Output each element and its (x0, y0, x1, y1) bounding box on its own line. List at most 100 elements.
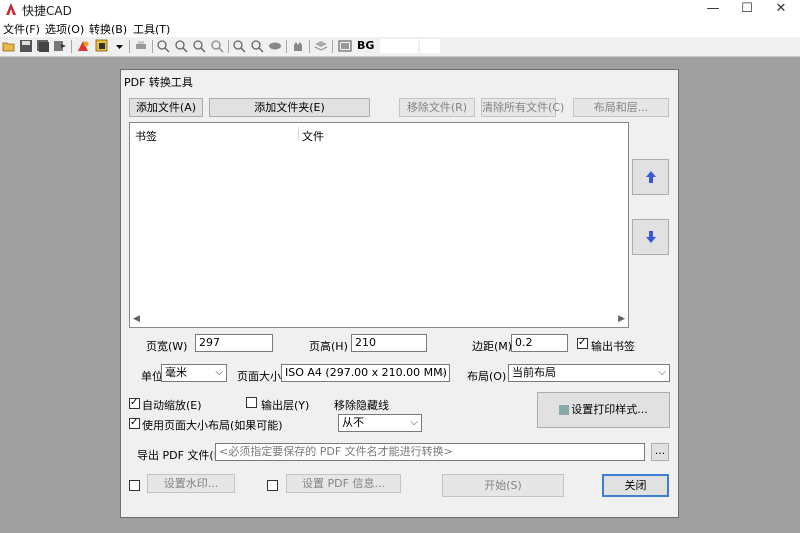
page-width-input[interactable]: 297 (195, 334, 273, 352)
checkmark-icon: ✓ (578, 337, 587, 348)
move-up-button[interactable] (632, 159, 669, 195)
unit-select[interactable]: 毫米 ⌵ (161, 364, 227, 382)
export-pdf-label: 导出 PDF 文件(P) (137, 449, 225, 462)
output-bookmarks-checkbox[interactable]: ✓ (577, 337, 588, 349)
zoom-out-icon[interactable] (174, 39, 188, 53)
zoom-extents-icon[interactable] (210, 39, 224, 53)
move-down-button[interactable] (632, 219, 669, 255)
layers-icon[interactable] (314, 39, 328, 53)
chevron-down-icon: ⌵ (410, 417, 418, 428)
menu-tools[interactable]: 工具(T) (133, 21, 170, 37)
remove-hidden-lines-select[interactable]: 从不 ⌵ (338, 414, 422, 432)
layout-select[interactable]: 当前布局 ⌵ (508, 364, 670, 382)
output-layers-checkbox[interactable] (246, 397, 257, 408)
zoom-window-icon[interactable] (192, 39, 206, 53)
print-icon[interactable] (134, 39, 148, 53)
chevron-down-icon: ⌵ (438, 367, 446, 378)
remove-file-button[interactable]: 移除文件(R) (399, 98, 475, 117)
chevron-down-icon: ⌵ (658, 367, 666, 378)
menu-options[interactable]: 选项(O) (45, 21, 84, 37)
unit-value: 毫米 (165, 366, 187, 379)
output-bookmarks-label: 输出书签 (591, 340, 635, 353)
batch-convert-icon[interactable] (95, 39, 109, 53)
file-list[interactable]: 书签 文件 ◀ ▶ (129, 122, 629, 328)
pdf-info-button[interactable]: 设置 PDF 信息... (286, 474, 401, 493)
column-divider[interactable] (298, 127, 299, 140)
watermark-checkbox[interactable] (129, 480, 140, 491)
page-height-label: 页高(H) (309, 340, 348, 353)
page-size-select[interactable]: ISO A4 (297.00 x 210.00 MM) ⌵ (281, 364, 450, 382)
window-title: 快捷CAD (22, 4, 72, 18)
zoom-previous-icon[interactable] (250, 39, 264, 53)
add-folder-button[interactable]: 添加文件夹(E) (209, 98, 370, 117)
browse-button[interactable]: ... (651, 443, 669, 461)
column-header-bookmark[interactable]: 书签 (135, 128, 157, 144)
title-bar: 快捷CAD — ☐ ✕ (0, 0, 800, 19)
close-window-button[interactable]: ✕ (764, 0, 798, 19)
dropdown-arrow-icon[interactable] (113, 39, 127, 53)
background-toggle-button[interactable]: BG (357, 39, 374, 52)
checkmark-icon: ✓ (130, 397, 139, 408)
toolbar-field[interactable] (420, 39, 440, 53)
use-page-layout-label: 使用页面大小布局(如果可能) (142, 419, 283, 432)
layout-value: 当前布局 (512, 366, 556, 379)
arrow-down-icon (646, 231, 656, 243)
toolbar-separator (129, 40, 130, 53)
toolbar-separator (71, 40, 72, 53)
output-layers-label: 输出层(Y) (261, 399, 310, 412)
export-icon[interactable] (53, 39, 67, 53)
toolbar-field[interactable] (380, 39, 418, 53)
start-button[interactable]: 开始(S) (442, 474, 564, 497)
page-size-value: ISO A4 (297.00 x 210.00 MM) (285, 366, 447, 379)
scroll-right-icon[interactable]: ▶ (618, 314, 625, 324)
margin-input[interactable]: 0.2 (511, 334, 568, 352)
page-width-label: 页宽(W) (146, 340, 188, 353)
menu-bar: 文件(F) 选项(O) 转换(B) 工具(T) (0, 19, 800, 37)
page-height-input[interactable]: 210 (351, 334, 427, 352)
clear-files-button[interactable]: 清除所有文件(C) (481, 98, 564, 117)
pdf-converter-dialog: PDF 转换工具 添加文件(A) 添加文件夹(E) 移除文件(R) 清除所有文件… (120, 69, 679, 518)
close-button[interactable]: 关闭 (602, 474, 669, 497)
app-logo-icon (6, 3, 16, 15)
toolbar-separator (286, 40, 287, 53)
maximize-button[interactable]: ☐ (730, 0, 764, 19)
add-file-button[interactable]: 添加文件(A) (129, 98, 203, 117)
auto-zoom-label: 自动缩放(E) (142, 399, 202, 412)
zoom-in-icon[interactable] (156, 39, 170, 53)
convert-pdf-icon[interactable] (76, 39, 90, 53)
print-style-label: 设置打印样式... (571, 403, 648, 416)
layout-icon[interactable] (338, 39, 352, 53)
scroll-left-icon[interactable]: ◀ (133, 314, 140, 324)
minimize-button[interactable]: — (696, 0, 730, 19)
toolbar-separator (309, 40, 310, 53)
pan-icon[interactable] (291, 39, 305, 53)
save-icon[interactable] (19, 39, 33, 53)
horizontal-scrollbar[interactable]: ◀ ▶ (130, 313, 628, 327)
auto-zoom-checkbox[interactable]: ✓ (129, 397, 140, 409)
watermark-button[interactable]: 设置水印... (147, 474, 235, 493)
print-style-button[interactable]: 设置打印样式... (537, 392, 670, 428)
remove-hidden-lines-value: 从不 (342, 416, 364, 429)
toolbar-separator (152, 40, 153, 53)
menu-file[interactable]: 文件(F) (3, 21, 40, 37)
dialog-title: PDF 转换工具 (124, 76, 193, 89)
margin-label: 边距(M) (472, 340, 513, 353)
menu-convert[interactable]: 转换(B) (89, 21, 127, 37)
save-all-icon[interactable] (36, 39, 50, 53)
page-size-label: 页面大小 (237, 370, 281, 383)
toolbar: BG (0, 37, 800, 57)
pdf-info-checkbox[interactable] (267, 480, 278, 491)
open-folder-icon[interactable] (2, 39, 16, 53)
chevron-down-icon: ⌵ (215, 367, 223, 378)
column-header-file[interactable]: 文件 (302, 128, 324, 144)
export-pdf-path-input[interactable]: <必须指定要保存的 PDF 文件名才能进行转换> (215, 443, 645, 461)
view-icon[interactable] (268, 39, 282, 53)
layout-label: 布局(O) (467, 370, 507, 383)
layout-layers-button[interactable]: 布局和层... (573, 98, 669, 117)
zoom-realtime-icon[interactable] (232, 39, 246, 53)
unit-label: 单位 (141, 370, 163, 383)
toolbar-separator (332, 40, 333, 53)
remove-hidden-lines-label: 移除隐藏线 (334, 399, 389, 412)
use-page-layout-checkbox[interactable]: ✓ (129, 417, 140, 429)
printer-settings-icon (559, 405, 570, 415)
